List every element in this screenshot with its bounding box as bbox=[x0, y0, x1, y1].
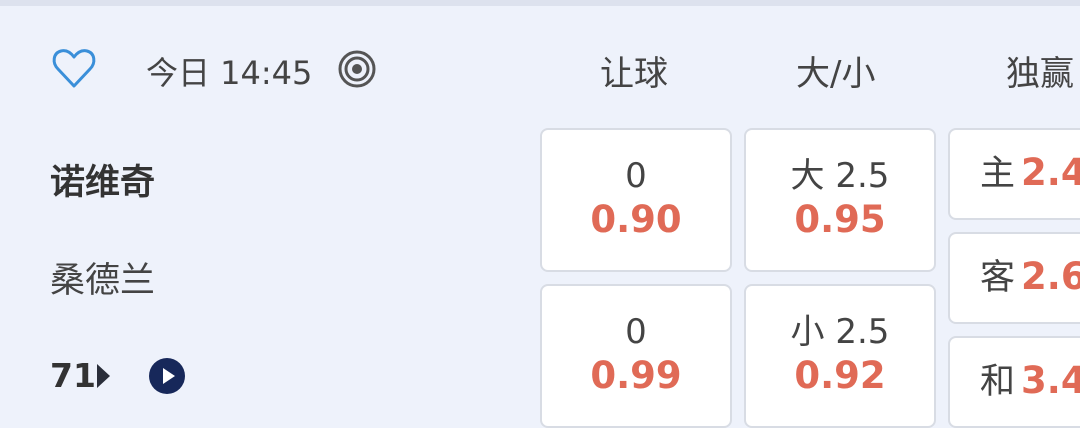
moneyline-draw-button[interactable]: 和 3.4 bbox=[948, 336, 1080, 428]
moneyline-odds: 2.4 bbox=[1021, 151, 1080, 194]
top-divider bbox=[0, 0, 1080, 6]
moneyline-odds: 2.6 bbox=[1021, 255, 1080, 298]
under-odds: 0.92 bbox=[794, 354, 886, 397]
moneyline-label: 客 bbox=[980, 258, 1016, 298]
moneyline-home-button[interactable]: 主 2.4 bbox=[948, 128, 1080, 220]
column-header-over-under: 大/小 bbox=[796, 54, 876, 94]
under-odds-button[interactable]: 小 2.5 0.92 bbox=[744, 284, 936, 428]
caret-right-icon[interactable] bbox=[97, 364, 110, 388]
handicap-away-odds-button[interactable]: 0 0.99 bbox=[540, 284, 732, 428]
handicap-line: 0 bbox=[625, 312, 647, 352]
handicap-odds: 0.90 bbox=[590, 198, 682, 241]
moneyline-label: 主 bbox=[980, 154, 1016, 194]
column-header-handicap: 让球 bbox=[600, 54, 668, 94]
more-markets-count[interactable]: 71 bbox=[50, 356, 96, 395]
home-team-name[interactable]: 诺维奇 bbox=[50, 154, 155, 205]
column-header-moneyline: 独赢 bbox=[1006, 54, 1074, 94]
away-team-name[interactable]: 桑德兰 bbox=[50, 252, 155, 303]
moneyline-label: 和 bbox=[980, 362, 1016, 402]
under-line: 小 2.5 bbox=[790, 312, 890, 352]
heart-icon[interactable] bbox=[50, 44, 98, 92]
moneyline-odds: 3.4 bbox=[1021, 359, 1080, 402]
moneyline-away-button[interactable]: 客 2.6 bbox=[948, 232, 1080, 324]
over-odds: 0.95 bbox=[794, 198, 886, 241]
handicap-line: 0 bbox=[625, 156, 647, 196]
target-icon[interactable] bbox=[337, 49, 377, 89]
over-line: 大 2.5 bbox=[790, 156, 890, 196]
handicap-odds: 0.99 bbox=[590, 354, 682, 397]
match-time: 今日 14:45 bbox=[146, 54, 313, 92]
over-odds-button[interactable]: 大 2.5 0.95 bbox=[744, 128, 936, 272]
handicap-home-odds-button[interactable]: 0 0.90 bbox=[540, 128, 732, 272]
play-icon[interactable] bbox=[149, 358, 185, 394]
